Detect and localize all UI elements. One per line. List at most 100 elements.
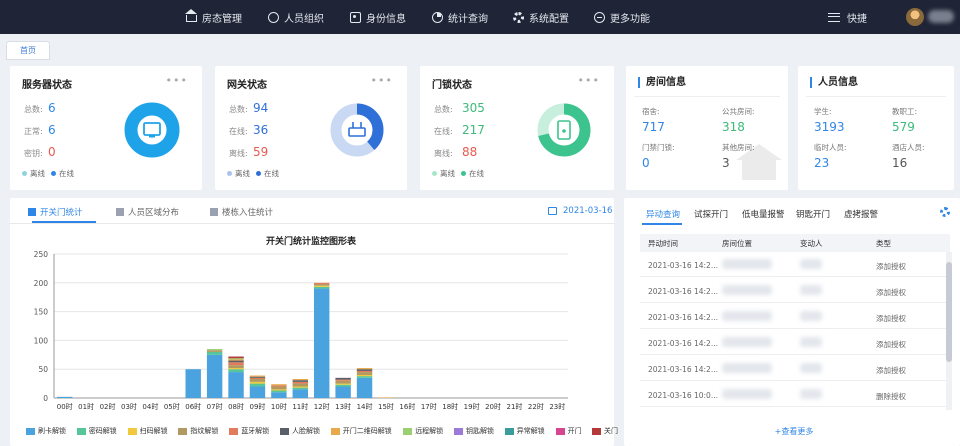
- bar-segment: [356, 368, 373, 370]
- nav-item-identity[interactable]: 身份信息: [350, 0, 406, 34]
- nav-item-personnel[interactable]: 人员组织: [268, 0, 324, 34]
- x-tick-label: 11时: [292, 402, 308, 411]
- bar-segment: [313, 285, 330, 287]
- legend-label: 离线: [235, 169, 250, 178]
- x-tick-label: 06时: [185, 402, 201, 411]
- chart-date[interactable]: 2021-03-16: [563, 206, 612, 216]
- legend-swatch: [504, 427, 514, 435]
- info-label: 门禁门锁:: [642, 143, 675, 152]
- legend-item[interactable]: 扫码解锁: [127, 426, 168, 436]
- bar-segment: [271, 392, 287, 398]
- table-row[interactable]: 2021-03-16 14:2... 添加授权: [640, 253, 950, 277]
- server-normal-value: 6: [48, 123, 56, 137]
- table-row[interactable]: 2021-03-16 14:2... 添加授权: [640, 331, 950, 355]
- card-title: 服务器状态: [22, 80, 72, 91]
- quick-label: 快捷: [847, 13, 867, 25]
- monitor-icon: [143, 122, 161, 136]
- alerts-panel: 异动查询 试探开门 低电量报警 钥匙开门 虚拷报警 异动时间 房间位置 变动人 …: [624, 198, 960, 446]
- legend-label: 关门: [604, 427, 618, 435]
- tab-anomaly-query[interactable]: 异动查询: [646, 208, 680, 220]
- tab-probe-open[interactable]: 试探开门: [694, 208, 728, 220]
- x-tick-label: 10时: [271, 402, 287, 411]
- bar-segment: [271, 386, 287, 390]
- bar-segment: [249, 377, 266, 379]
- legend-item[interactable]: 远程解锁: [403, 426, 443, 436]
- offline-dot-icon: [227, 171, 232, 176]
- access-lock-count: 0: [642, 156, 650, 170]
- nav-item-room-status[interactable]: 房态管理: [185, 0, 242, 34]
- legend-item[interactable]: 关门: [592, 426, 618, 436]
- room-location-redacted: [722, 285, 772, 295]
- quick-menu-button[interactable]: 快捷: [828, 0, 867, 34]
- users-icon: [268, 11, 279, 23]
- table-row[interactable]: 2021-03-16 14:2... 添加授权: [640, 305, 950, 329]
- more-options-icon[interactable]: •••: [578, 74, 600, 87]
- bar-segment: [206, 349, 223, 351]
- view-more-link[interactable]: +查看更多: [624, 426, 960, 437]
- bar-segment: [228, 359, 244, 361]
- bar-segment: [335, 383, 351, 385]
- bar-segment: [228, 372, 244, 398]
- tab-key-open[interactable]: 钥匙开门: [796, 208, 830, 220]
- tab-low-battery[interactable]: 低电量报警: [742, 208, 785, 220]
- legend-item[interactable]: 指纹解锁: [178, 426, 218, 436]
- pie-chart-icon: [432, 11, 443, 23]
- more-options-icon[interactable]: •••: [371, 74, 393, 87]
- table-row[interactable]: 2021-03-16 14:2... 添加授权: [640, 357, 950, 381]
- nav-item-more[interactable]: 更多功能: [594, 0, 650, 34]
- table-scrollbar-thumb[interactable]: [946, 262, 952, 362]
- row-type: 添加授权: [876, 262, 906, 271]
- table-row[interactable]: 2021-03-16 10:0... 删除授权: [640, 383, 950, 407]
- calendar-icon[interactable]: [548, 207, 557, 215]
- username[interactable]: [928, 10, 954, 23]
- tab-home[interactable]: 首页: [6, 41, 50, 60]
- legend-item[interactable]: 密码解锁: [76, 426, 117, 436]
- legend-label: 在线: [264, 169, 279, 178]
- legend-item[interactable]: 人脸解锁: [280, 426, 320, 436]
- legend-label: 人脸解锁: [292, 427, 320, 435]
- legend-label: 密码解锁: [88, 427, 117, 435]
- stat-label: 离线:: [434, 149, 453, 158]
- server-status-ring: [124, 102, 180, 158]
- avatar[interactable]: [906, 8, 924, 26]
- legend-item[interactable]: 异常解锁: [504, 426, 545, 436]
- active-tab-indicator: [642, 223, 682, 225]
- bar-segment: [292, 387, 309, 390]
- bar-segment: [249, 376, 266, 378]
- nav-item-system-config[interactable]: 系统配置: [513, 0, 569, 34]
- room-location-redacted: [722, 259, 772, 269]
- more-options-icon[interactable]: •••: [166, 74, 188, 87]
- legend-swatch: [26, 427, 35, 435]
- legend-item[interactable]: 刷卡解锁: [26, 426, 66, 436]
- bar-segment: [228, 358, 244, 360]
- table-row[interactable]: 2021-03-16 14:2... 添加授权: [640, 279, 950, 303]
- legend-item[interactable]: 开门二维码解锁: [330, 426, 392, 436]
- y-tick-label: 200: [34, 279, 49, 288]
- bar-segment: [249, 381, 266, 384]
- legend-item[interactable]: 开门: [555, 426, 582, 436]
- x-tick-label: 04时: [142, 402, 158, 411]
- stat-label: 总数:: [434, 105, 453, 114]
- person-info-card: 人员信息 学生: 3193 教职工: 579 临时人员: 23 酒店人员: 16: [798, 66, 954, 190]
- stat-label: 离线:: [229, 149, 248, 158]
- bar-segment: [292, 378, 309, 381]
- bar-segment: [228, 368, 244, 370]
- settings-gear-icon[interactable]: [940, 207, 950, 217]
- x-tick-label: 12时: [314, 402, 330, 411]
- tab-area-distribution[interactable]: 人员区域分布: [116, 206, 179, 218]
- nav-item-statistics[interactable]: 统计查询: [432, 0, 488, 34]
- nav-label: 系统配置: [529, 13, 569, 25]
- tab-building-occupancy[interactable]: 楼栋入住统计: [210, 206, 273, 218]
- tab-false-lock-alarm[interactable]: 虚拷报警: [844, 208, 878, 220]
- bar-segment: [313, 282, 330, 284]
- tab-door-stats[interactable]: 开关门统计: [28, 206, 83, 218]
- bar-segment: [335, 379, 351, 381]
- legend-item[interactable]: 蓝牙解锁: [229, 426, 269, 436]
- row-time: 2021-03-16 14:2...: [648, 339, 718, 348]
- room-info-card: 房间信息 宿舍: 717 公共房间: 318 门禁门锁: 0 其他房间: 3: [626, 66, 788, 190]
- legend-item[interactable]: 钥匙解锁: [454, 426, 494, 436]
- lock-status-card: 门锁状态 ••• 总数: 305 在线: 217 离线: 88 离线 在线: [420, 66, 614, 190]
- bar-segment: [271, 384, 287, 386]
- table-header: 异动时间 房间位置 变动人 类型: [640, 234, 950, 252]
- bar-segment: [356, 372, 373, 375]
